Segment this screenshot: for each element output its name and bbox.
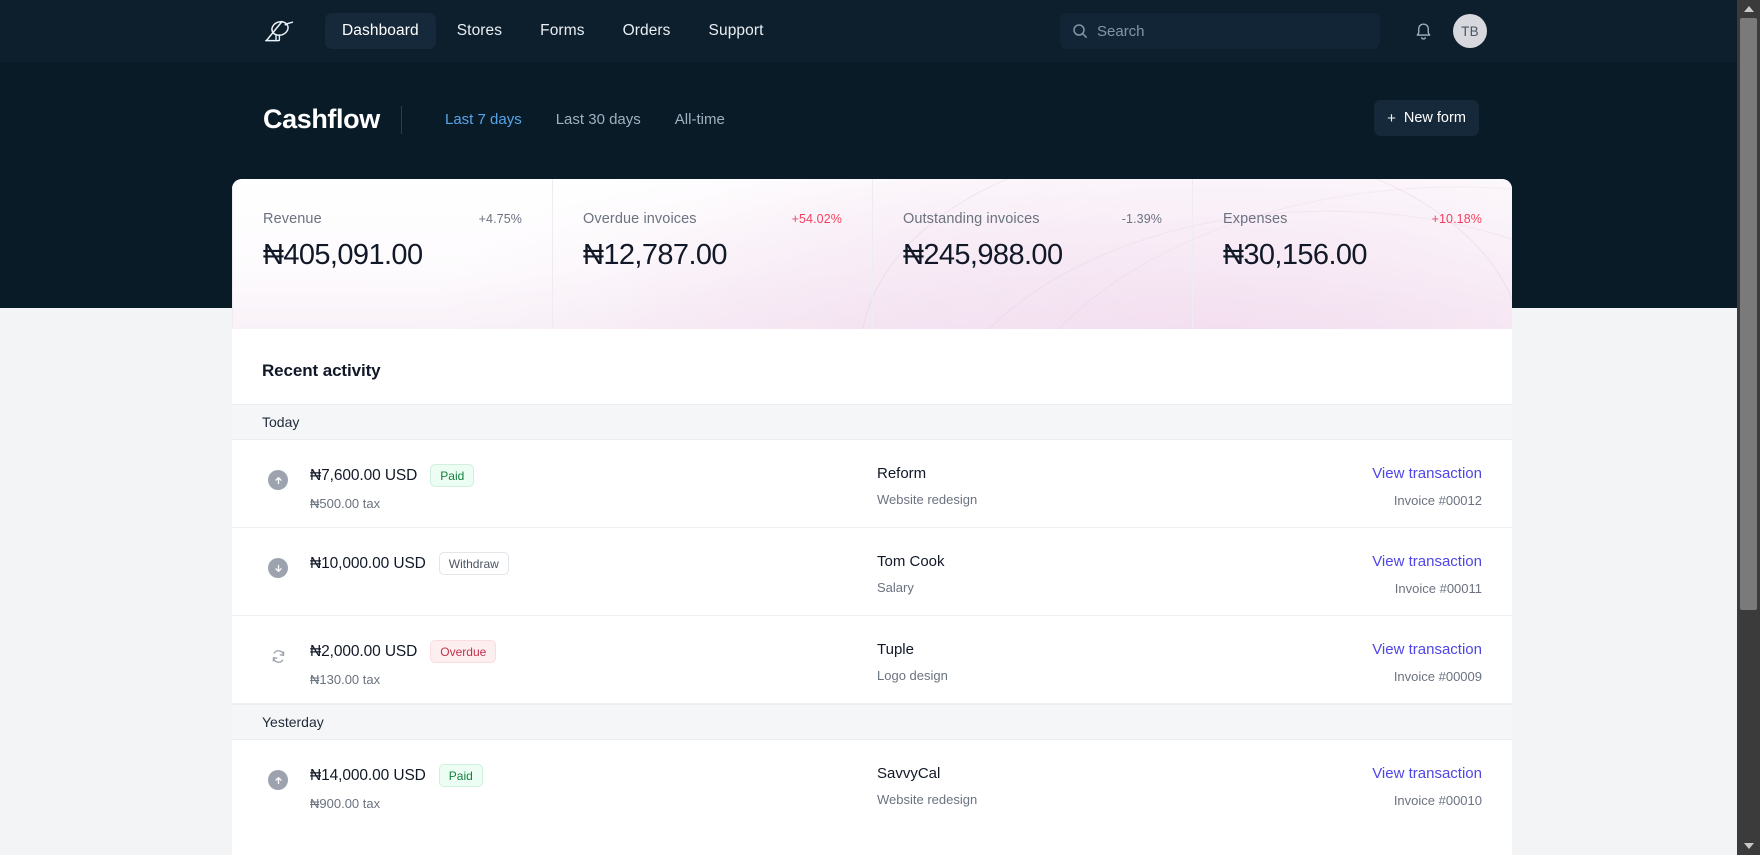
avatar[interactable]: TB (1453, 14, 1487, 48)
invoice-number: Invoice #00011 (1394, 581, 1482, 596)
arrow-up-circle-icon (268, 770, 288, 790)
stat-delta: -1.39% (1121, 212, 1162, 226)
day-header-today: Today (232, 404, 1512, 440)
table-row[interactable]: ₦14,000.00 USD Paid ₦900.00 tax SavvyCal… (232, 740, 1512, 828)
stat-value: ₦30,156.00 (1223, 239, 1368, 271)
tab-last-7-days[interactable]: Last 7 days (428, 107, 539, 132)
client-description: Logo design (877, 668, 948, 683)
search-box[interactable] (1060, 13, 1380, 49)
view-transaction-link[interactable]: View transaction (1372, 641, 1482, 658)
arrow-up-circle-icon (268, 470, 288, 490)
stat-delta: +54.02% (791, 212, 842, 226)
refresh-icon (268, 646, 288, 666)
transaction-amount: ₦14,000.00 USD (310, 766, 426, 784)
client-name: SavvyCal (877, 765, 941, 782)
table-row[interactable]: ₦2,000.00 USD Overdue ₦130.00 tax Tuple … (232, 616, 1512, 704)
header-divider (401, 106, 402, 134)
client-name: Tuple (877, 641, 914, 658)
date-range-tabs: Last 7 days Last 30 days All-time (428, 107, 742, 132)
stat-value: ₦245,988.00 (903, 239, 1063, 271)
transaction-tax: ₦900.00 tax (310, 796, 381, 812)
new-form-button[interactable]: + New form (1374, 100, 1479, 136)
arrow-down-circle-icon (268, 558, 288, 578)
transaction-action-block: View transaction Invoice #00012 (1372, 465, 1482, 508)
stat-delta: +10.18% (1431, 212, 1482, 226)
transaction-amount-block: ₦2,000.00 USD Overdue ₦130.00 tax (310, 640, 497, 688)
content-panel: Recent activity Today ₦7,600.00 USD Paid… (232, 329, 1512, 855)
client-description: Website redesign (877, 792, 978, 807)
new-form-label: New form (1403, 110, 1466, 126)
tab-last-30-days[interactable]: Last 30 days (539, 107, 658, 132)
notifications-button[interactable] (1410, 19, 1436, 45)
transaction-tax: ₦130.00 tax (310, 672, 381, 688)
primary-nav: Dashboard Stores Forms Orders Support (325, 0, 781, 62)
transaction-action-block: View transaction Invoice #00009 (1372, 641, 1482, 684)
nav-item-support[interactable]: Support (692, 13, 781, 49)
scroll-down-arrow-icon[interactable] (1737, 837, 1760, 855)
status-badge: Paid (438, 764, 483, 788)
transaction-tax: ₦500.00 tax (310, 496, 381, 512)
transaction-client-block: SavvyCal Website redesign (877, 765, 977, 807)
view-transaction-link[interactable]: View transaction (1372, 465, 1482, 482)
client-name: Tom Cook (877, 553, 945, 570)
transaction-action-block: View transaction Invoice #00010 (1372, 765, 1482, 808)
stat-value: ₦12,787.00 (583, 239, 728, 271)
transaction-action-block: View transaction Invoice #00011 (1372, 553, 1482, 596)
table-row[interactable]: ₦10,000.00 USD Withdraw Tom Cook Salary … (232, 528, 1512, 616)
client-description: Website redesign (877, 492, 978, 507)
stat-label: Overdue invoices (583, 211, 697, 227)
stat-card-outstanding-invoices: Outstanding invoices -1.39% ₦245,988.00 (872, 179, 1192, 329)
transaction-amount: ₦10,000.00 USD (310, 554, 426, 572)
stat-label: Expenses (1223, 211, 1288, 227)
bird-logo[interactable] (258, 11, 300, 51)
day-header-yesterday: Yesterday (232, 704, 1512, 740)
stat-card-expenses: Expenses +10.18% ₦30,156.00 (1192, 179, 1512, 329)
client-name: Reform (877, 465, 927, 482)
tab-all-time[interactable]: All-time (658, 107, 742, 132)
invoice-number: Invoice #00010 (1393, 793, 1482, 808)
scrollbar-thumb[interactable] (1740, 18, 1757, 610)
transaction-client-block: Reform Website redesign (877, 465, 977, 507)
transaction-amount: ₦2,000.00 USD (310, 642, 418, 660)
table-row[interactable]: ₦7,600.00 USD Paid ₦500.00 tax Reform We… (232, 440, 1512, 528)
app-root: Dashboard Stores Forms Orders Support Se… (0, 0, 1760, 855)
page-scrollbar[interactable] (1737, 0, 1760, 855)
stat-card-revenue: Revenue +4.75% ₦405,091.00 (232, 179, 552, 329)
view-transaction-link[interactable]: View transaction (1372, 553, 1482, 570)
stat-label: Revenue (263, 211, 322, 227)
nav-item-stores[interactable]: Stores (440, 13, 519, 49)
view-transaction-link[interactable]: View transaction (1372, 765, 1482, 782)
page-header: Cashflow Last 7 days Last 30 days All-ti… (0, 62, 1737, 177)
transaction-amount: ₦7,600.00 USD (310, 466, 418, 484)
nav-item-dashboard[interactable]: Dashboard (325, 13, 436, 49)
transaction-amount-block: ₦14,000.00 USD Paid ₦900.00 tax (310, 764, 483, 811)
activity-list: Today ₦7,600.00 USD Paid ₦500.00 tax Ref… (232, 404, 1512, 828)
transaction-amount-block: ₦10,000.00 USD Withdraw (310, 552, 509, 584)
transaction-amount-block: ₦7,600.00 USD Paid ₦500.00 tax (310, 464, 475, 512)
stats-card: Revenue +4.75% ₦405,091.00 Overdue invoi… (232, 179, 1512, 329)
status-badge: Overdue (430, 640, 497, 664)
nav-item-forms[interactable]: Forms (523, 13, 601, 49)
status-badge: Withdraw (438, 552, 509, 576)
transaction-client-block: Tuple Logo design (877, 641, 948, 683)
plus-icon: + (1387, 109, 1396, 127)
status-badge: Paid (430, 464, 475, 488)
recent-activity-title: Recent activity (262, 361, 381, 380)
bell-icon (1416, 23, 1430, 40)
invoice-number: Invoice #00009 (1393, 669, 1482, 684)
scroll-up-arrow-icon[interactable] (1737, 0, 1760, 18)
stat-value: ₦405,091.00 (263, 239, 423, 271)
client-description: Salary (877, 580, 914, 595)
nav-item-orders[interactable]: Orders (606, 13, 688, 49)
page-title: Cashflow (263, 104, 380, 134)
transaction-client-block: Tom Cook Salary (877, 553, 945, 595)
stat-label: Outstanding invoices (903, 211, 1040, 227)
top-navbar: Dashboard Stores Forms Orders Support Se… (0, 0, 1737, 62)
stat-delta: +4.75% (478, 212, 522, 226)
search-input[interactable] (1097, 22, 1368, 40)
stat-card-overdue-invoices: Overdue invoices +54.02% ₦12,787.00 (552, 179, 872, 329)
invoice-number: Invoice #00012 (1393, 493, 1482, 508)
search-icon (1073, 24, 1087, 38)
